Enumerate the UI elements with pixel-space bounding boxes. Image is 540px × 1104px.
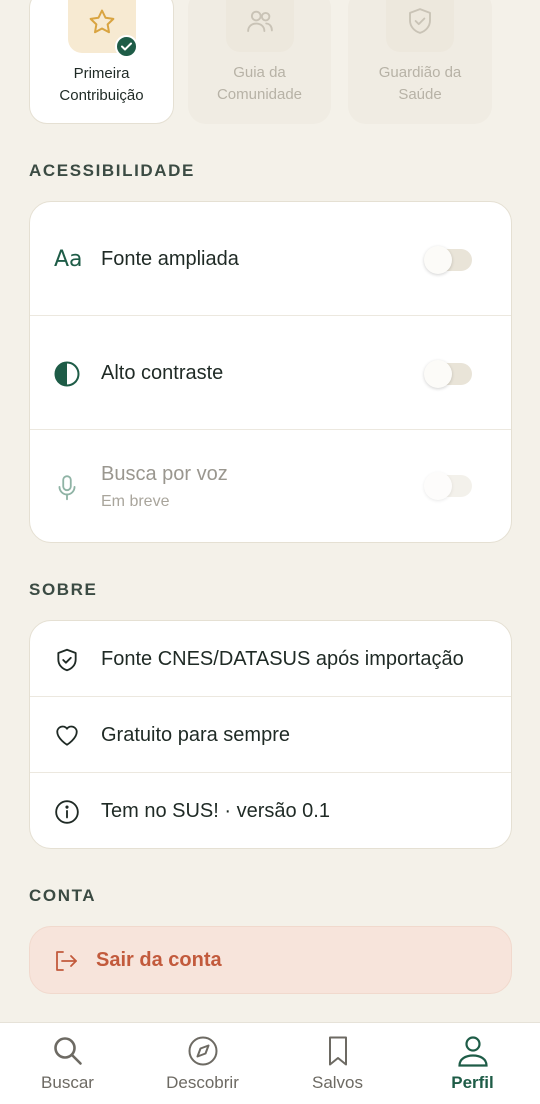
setting-label: Busca por voz bbox=[101, 463, 228, 485]
badge-label: Guardião da Saúde bbox=[348, 62, 492, 106]
logout-label: Sair da conta bbox=[96, 949, 222, 971]
section-title-accessibility: ACESSIBILIDADE bbox=[29, 161, 195, 180]
tab-label: Perfil bbox=[451, 1073, 494, 1092]
about-label: Fonte CNES/DATASUS após importação bbox=[101, 648, 464, 670]
shield-icon bbox=[57, 648, 77, 672]
badge-icon-container bbox=[67, 0, 138, 58]
tab-buscar[interactable]: Buscar bbox=[0, 1023, 135, 1104]
microphone-icon bbox=[58, 475, 76, 501]
about-label: Tem no SUS! · versão 0.1 bbox=[101, 800, 330, 822]
accessibility-card: Aa Fonte ampliada Alto contraste Busca p… bbox=[29, 201, 512, 543]
logout-button[interactable]: Sair da conta bbox=[29, 926, 512, 994]
coming-soon-label: Em breve bbox=[101, 493, 170, 510]
tab-label: Buscar bbox=[41, 1073, 94, 1092]
shield-check-icon bbox=[409, 8, 431, 34]
large-font-toggle[interactable] bbox=[424, 246, 472, 274]
bookmark-icon bbox=[328, 1036, 347, 1066]
svg-text:Aa: Aa bbox=[54, 247, 83, 269]
setting-row-voice-search: Busca por voz Em breve bbox=[30, 430, 511, 542]
bottom-tab-bar: Buscar Descobrir Salvos Perfil bbox=[0, 1022, 540, 1104]
about-row-free: Gratuito para sempre bbox=[30, 697, 511, 773]
toggle-knob bbox=[424, 246, 452, 274]
tab-salvos[interactable]: Salvos bbox=[270, 1023, 405, 1104]
voice-search-toggle bbox=[424, 472, 472, 500]
search-icon bbox=[53, 1037, 82, 1065]
user-icon bbox=[457, 1036, 488, 1067]
badge-label-line1: Guardião da bbox=[378, 64, 462, 81]
heart-icon bbox=[56, 725, 78, 746]
badge-guardiao-da-saude[interactable]: Guardião da Saúde bbox=[348, 0, 492, 124]
about-row-version: Tem no SUS! · versão 0.1 bbox=[30, 773, 511, 848]
contrast-icon bbox=[54, 361, 80, 387]
badge-label-line2: Comunidade bbox=[216, 86, 303, 103]
setting-row-large-font[interactable]: Aa Fonte ampliada bbox=[30, 202, 511, 316]
badge-label: Guia da Comunidade bbox=[188, 62, 331, 106]
about-label: Gratuito para sempre bbox=[101, 724, 290, 746]
badge-label-line1: Guia da bbox=[233, 64, 286, 81]
toggle-knob bbox=[424, 472, 452, 500]
badge-label: Primeira Contribuição bbox=[30, 63, 173, 107]
font-size-icon: Aa bbox=[54, 247, 83, 269]
setting-row-high-contrast[interactable]: Alto contraste bbox=[30, 316, 511, 430]
tab-label: Salvos bbox=[311, 1073, 364, 1092]
star-icon bbox=[89, 9, 114, 34]
badges-row: Primeira Contribuição Guia da Comunidade… bbox=[0, 0, 540, 126]
badge-icon-container bbox=[386, 0, 454, 52]
badge-guia-da-comunidade[interactable]: Guia da Comunidade bbox=[188, 0, 331, 124]
logout-icon bbox=[56, 951, 77, 971]
about-row-source: Fonte CNES/DATASUS após importação bbox=[30, 621, 511, 697]
badge-label-line2: Saúde bbox=[398, 86, 442, 103]
tab-descobrir[interactable]: Descobrir bbox=[135, 1023, 270, 1104]
high-contrast-toggle[interactable] bbox=[424, 360, 472, 388]
setting-label: Fonte ampliada bbox=[101, 248, 239, 270]
info-icon bbox=[55, 800, 79, 824]
tab-label: Descobrir bbox=[166, 1073, 239, 1092]
badge-label-line1: Primeira bbox=[73, 65, 130, 82]
badge-label-line2: Contribuição bbox=[59, 87, 144, 104]
badge-primeira-contribuicao[interactable]: Primeira Contribuição bbox=[29, 0, 174, 124]
tab-perfil[interactable]: Perfil bbox=[405, 1023, 540, 1104]
about-card: Fonte CNES/DATASUS após importação Gratu… bbox=[29, 620, 512, 849]
section-title-about: SOBRE bbox=[29, 580, 98, 599]
toggle-knob bbox=[424, 360, 452, 388]
section-title-account: CONTA bbox=[29, 886, 97, 905]
setting-label: Alto contraste bbox=[101, 362, 224, 384]
users-icon bbox=[246, 10, 273, 32]
earned-check-icon bbox=[114, 35, 138, 58]
badge-icon-container bbox=[225, 0, 294, 52]
compass-icon bbox=[188, 1036, 217, 1066]
